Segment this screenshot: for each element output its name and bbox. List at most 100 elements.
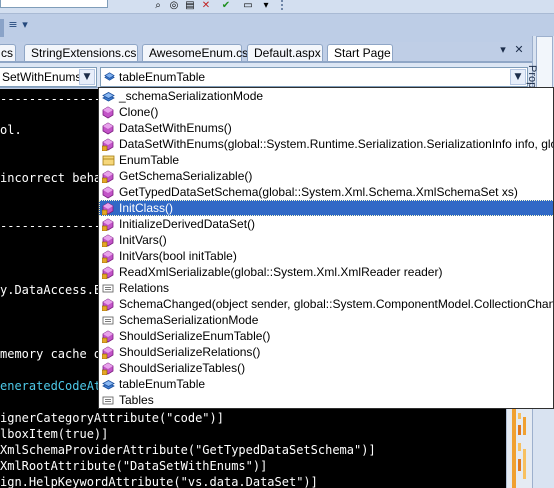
- field-icon: [104, 72, 115, 81]
- completion-item-label: SchemaSerializationMode: [119, 313, 259, 327]
- chevron-down-icon[interactable]: ▼: [510, 69, 526, 85]
- protected-method-icon: [102, 170, 114, 183]
- completion-item-label: GetTypedDataSetSchema(global::System.Xml…: [119, 185, 518, 199]
- completion-item-label: _schemaSerializationMode: [119, 89, 264, 103]
- completion-item[interactable]: ShouldSerializeTables(): [99, 360, 553, 376]
- completion-item-label: ShouldSerializeTables(): [119, 361, 246, 375]
- tab-string-extensions[interactable]: StringExtensions.cs: [24, 44, 138, 62]
- completion-item-label: Relations: [119, 281, 170, 295]
- completion-item-label: InitClass(): [119, 201, 174, 215]
- code-line: y.DataAccess.E: [0, 283, 102, 297]
- completion-item[interactable]: GetTypedDataSetSchema(global::System.Xml…: [99, 184, 553, 200]
- completion-item-label: SchemaChanged(object sender, global::Sys…: [119, 297, 553, 311]
- toolbar-second-row: ≡ ▾: [0, 14, 554, 42]
- search-icon[interactable]: ⌕: [150, 0, 166, 11]
- completion-item-label: ReadXmlSerializable(global::System.Xml.X…: [119, 265, 443, 279]
- completion-item[interactable]: Relations: [99, 280, 553, 296]
- code-line: XmlRootAttribute("DataSetWithEnums")]: [0, 459, 268, 473]
- toolbar-top-strip: ⌕ ◎ ▤ ✕ ✔ ▭ ▾: [0, 0, 554, 14]
- method-icon: [102, 186, 114, 199]
- code-line: lboxItem(true)]: [0, 427, 109, 441]
- code-line: memory cache o: [0, 347, 102, 361]
- tab-default-aspx[interactable]: Default.aspx: [247, 44, 323, 62]
- code-line: XmlSchemaProviderAttribute("GetTypedData…: [0, 443, 376, 457]
- completion-item-label: Clone(): [119, 105, 159, 119]
- close-tab-icon[interactable]: ✕: [512, 43, 526, 57]
- completion-item[interactable]: GetSchemaSerializable(): [99, 168, 553, 184]
- completion-item-label: tableEnumTable: [119, 377, 206, 391]
- toolbar-grip[interactable]: [281, 0, 287, 10]
- close-icon[interactable]: ✕: [198, 0, 214, 11]
- completion-item-label: Tables: [119, 393, 154, 407]
- protected-method-icon: [102, 362, 114, 375]
- completion-item-label: DataSetWithEnums(): [119, 121, 232, 135]
- check-icon[interactable]: ✔: [218, 0, 234, 11]
- completion-item-label: GetSchemaSerializable(): [119, 169, 253, 183]
- code-line: ---------------: [0, 92, 109, 106]
- code-line: ---------------: [0, 219, 109, 233]
- code-line: incorrect beha: [0, 171, 102, 185]
- internal-method-icon: [102, 234, 114, 247]
- completion-item-label: EnumTable: [119, 153, 180, 167]
- completion-item[interactable]: EnumTable: [99, 152, 553, 168]
- code-line: ign.HelpKeywordAttribute("vs.data.DataSe…: [0, 475, 318, 488]
- window-icon[interactable]: ▭: [240, 0, 256, 11]
- completion-item[interactable]: InitializeDerivedDataSet(): [99, 216, 553, 232]
- completion-item-label: InitVars(): [119, 233, 167, 247]
- completion-item[interactable]: DataSetWithEnums(global::System.Runtime.…: [99, 136, 554, 152]
- protected-method-icon: [102, 266, 114, 279]
- completion-item-label: ShouldSerializeEnumTable(): [119, 329, 271, 343]
- binoculars-icon[interactable]: ◎: [166, 0, 182, 11]
- method-icon: [102, 122, 114, 135]
- member-combo[interactable]: tableEnumTable ▼: [100, 67, 528, 87]
- completion-item[interactable]: ShouldSerializeEnumTable(): [99, 328, 553, 344]
- completion-item[interactable]: tableEnumTable: [99, 376, 553, 392]
- tab-list-dropdown-icon[interactable]: ▾: [496, 43, 510, 57]
- toolbar-grip-2[interactable]: [0, 19, 4, 37]
- internal-method-icon: [102, 250, 114, 263]
- completion-item[interactable]: ReadXmlSerializable(global::System.Xml.X…: [99, 264, 553, 280]
- property-icon: [102, 284, 114, 293]
- field-icon: [102, 92, 115, 102]
- tab-awesome-enum[interactable]: AwesomeEnum.cs: [142, 44, 248, 62]
- private-method-icon: [102, 330, 114, 343]
- private-method-icon: [102, 298, 114, 311]
- toolbar: ⌕ ◎ ▤ ✕ ✔ ▭ ▾ ≡ ▾: [0, 0, 554, 42]
- protected-method-icon: [102, 346, 114, 359]
- type-combo-value: SetWithEnums: [2, 70, 82, 84]
- change-markers: [512, 409, 526, 488]
- navigation-bar: SetWithEnums ▼ tableEnumTable ▼: [0, 63, 532, 88]
- private-method-icon: [102, 202, 114, 215]
- properties-tab-label: Prop: [526, 65, 538, 89]
- type-combo[interactable]: SetWithEnums ▼: [0, 67, 97, 87]
- toolbar-dropdown-icon[interactable]: ▾: [258, 0, 274, 11]
- protected-method-icon: [102, 218, 114, 231]
- completion-item[interactable]: SchemaSerializationMode: [99, 312, 553, 328]
- completion-item[interactable]: _schemaSerializationMode: [99, 88, 553, 104]
- tab-start-page[interactable]: Start Page: [327, 44, 393, 62]
- completion-item[interactable]: DataSetWithEnums(): [99, 120, 553, 136]
- field-icon: [102, 380, 115, 390]
- completion-item[interactable]: Tables: [99, 392, 553, 408]
- completion-list[interactable]: _schemaSerializationMode Clone() DataSetWi…: [98, 87, 554, 409]
- completion-item[interactable]: SchemaChanged(object sender, global::Sys…: [99, 296, 553, 312]
- method-icon: [102, 106, 114, 119]
- code-line: eneratedCodeAt: [0, 379, 102, 393]
- completion-item[interactable]: InitVars(bool initTable): [99, 248, 553, 264]
- completion-item-label: ShouldSerializeRelations(): [119, 345, 261, 359]
- find-input[interactable]: [0, 0, 108, 8]
- completion-item[interactable]: InitClass(): [99, 200, 553, 216]
- chevron-down-icon[interactable]: ▼: [79, 69, 95, 85]
- completion-item-label: InitVars(bool initTable): [119, 249, 237, 263]
- tab-cs[interactable]: cs: [0, 44, 16, 62]
- code-line: ignerCategoryAttribute("code")]: [0, 411, 224, 425]
- completion-item-label: InitializeDerivedDataSet(): [119, 217, 256, 231]
- completion-item[interactable]: InitVars(): [99, 232, 553, 248]
- toolbar-dropdown-icon-2[interactable]: ▾: [18, 18, 32, 32]
- completion-item-label: DataSetWithEnums(global::System.Runtime.…: [119, 137, 554, 151]
- protected-method-icon: [102, 138, 114, 151]
- member-combo-value: tableEnumTable: [119, 70, 206, 84]
- completion-item[interactable]: Clone(): [99, 104, 553, 120]
- properties-icon[interactable]: ▤: [182, 0, 198, 11]
- completion-item[interactable]: ShouldSerializeRelations(): [99, 344, 553, 360]
